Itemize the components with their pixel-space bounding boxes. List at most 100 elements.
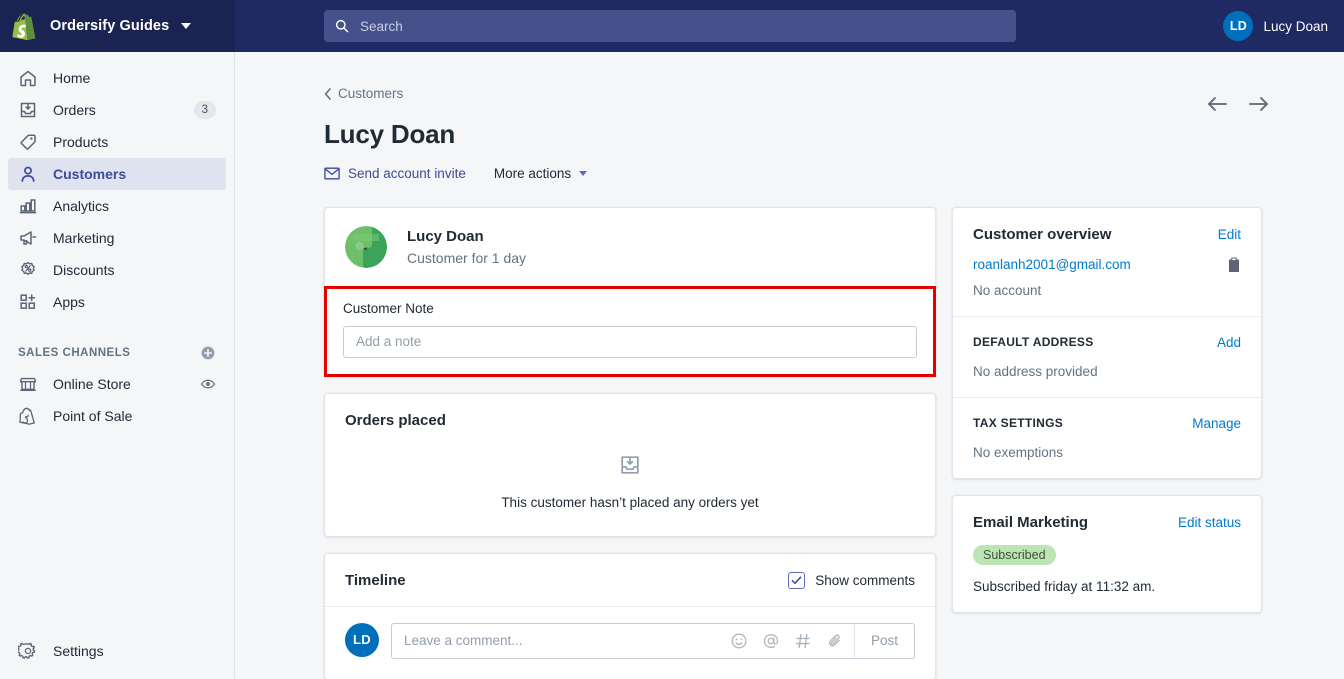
clipboard-copy-icon[interactable] <box>1227 257 1241 273</box>
sidebar-item-apps[interactable]: Apps <box>8 286 226 318</box>
chevron-down-icon <box>579 170 588 176</box>
paperclip-attachment-icon[interactable] <box>826 632 844 650</box>
user-menu[interactable]: LD Lucy Doan <box>1223 11 1328 41</box>
main-column: Lucy Doan Customer for 1 day Customer No… <box>324 206 936 679</box>
default-address-value: No address provided <box>973 363 1098 379</box>
edit-overview-link[interactable]: Edit <box>1218 227 1241 242</box>
shopify-bag-icon <box>12 13 36 41</box>
customer-note-label: Customer Note <box>343 300 434 316</box>
breadcrumb[interactable]: Customers <box>324 86 403 101</box>
arrow-left-icon[interactable] <box>1206 94 1230 114</box>
sidebar-item-label: Marketing <box>53 230 115 246</box>
chevron-left-icon <box>324 87 331 100</box>
post-comment-button[interactable]: Post <box>853 623 914 658</box>
search-input[interactable] <box>360 10 1006 42</box>
discount-percent-icon <box>21 261 35 275</box>
sidebar-item-orders[interactable]: Orders 3 <box>8 94 226 126</box>
sidebar-item-home[interactable]: Home <box>8 62 226 94</box>
tax-settings-title: TAX SETTINGS <box>973 416 1064 430</box>
main-content: Customers Lucy Doan Send account invite … <box>235 52 1344 679</box>
avatar: LD <box>345 622 379 657</box>
sidebar-item-label: Point of Sale <box>53 408 133 424</box>
customer-identity: Lucy Doan Customer for 1 day <box>325 208 935 286</box>
customer-note-input[interactable] <box>343 325 917 358</box>
sidebar-item-point-of-sale[interactable]: Point of Sale <box>8 400 226 432</box>
sidebar-item-label: Online Store <box>53 376 131 392</box>
tax-settings-header: TAX SETTINGS Manage <box>973 416 1241 431</box>
sidebar-item-settings[interactable]: Settings <box>8 635 227 667</box>
home-icon <box>20 70 36 87</box>
customer-email-link[interactable]: roanlanh2001@gmail.com <box>973 257 1131 272</box>
orders-count-badge: 3 <box>193 101 216 119</box>
emoji-smiley-icon[interactable] <box>730 632 748 650</box>
arrow-right-icon[interactable] <box>1246 94 1270 114</box>
add-address-link[interactable]: Add <box>1217 335 1241 350</box>
customer-name: Lucy Doan <box>407 227 484 245</box>
email-marketing-header: Email Marketing Edit status <box>973 514 1241 531</box>
send-account-invite-button[interactable]: Send account invite <box>324 166 466 181</box>
sidebar-item-products[interactable]: Products <box>8 126 226 158</box>
customer-tenure: Customer for 1 day <box>407 249 527 266</box>
online-store-icon <box>19 377 37 391</box>
sales-channels-header: SALES CHANNELS <box>18 338 216 368</box>
status-badge: Subscribed <box>973 544 1056 565</box>
sidebar-item-discounts[interactable]: Discounts <box>8 254 226 286</box>
orders-empty-text: This customer hasn’t placed any orders y… <box>501 494 759 510</box>
comment-composer: LD Leave a comment... Post <box>325 607 935 679</box>
mention-at-icon[interactable] <box>762 632 780 650</box>
default-address-section: DEFAULT ADDRESS Add No address provided <box>953 315 1261 397</box>
sidebar-item-analytics[interactable]: Analytics <box>8 190 226 222</box>
eye-icon[interactable] <box>200 376 216 392</box>
overview-header: Customer overview Edit <box>973 226 1241 243</box>
customer-person-icon <box>21 166 35 182</box>
show-comments-label: Show comments <box>815 572 915 588</box>
page-title: Lucy Doan <box>324 118 456 149</box>
tax-settings-section: TAX SETTINGS Manage No exemptions <box>953 396 1261 478</box>
timeline-header: Timeline Show comments <box>325 554 935 607</box>
orders-card-header: Orders placed <box>325 394 935 429</box>
customer-note-section: Customer Note <box>324 285 936 377</box>
page-actions: Send account invite More actions <box>324 166 1270 181</box>
sidebar-item-label: Customers <box>53 166 127 182</box>
hashtag-icon[interactable] <box>794 632 812 650</box>
sidebar-item-label: Products <box>53 134 109 150</box>
customer-avatar-green <box>345 225 387 268</box>
sidebar: Home Orders 3 Products Customers Analyti… <box>0 52 235 679</box>
comment-input[interactable] <box>392 623 730 658</box>
orders-card-title: Orders placed <box>345 411 446 429</box>
account-status: No account <box>973 282 1042 298</box>
point-of-sale-icon <box>19 407 35 425</box>
email-marketing-title: Email Marketing <box>973 513 1089 531</box>
page-header: Customers Lucy Doan Send account invite … <box>324 86 1270 181</box>
checkbox-checked-icon <box>788 571 806 589</box>
marketing-megaphone-icon <box>20 231 37 245</box>
user-name-label: Lucy Doan <box>1263 18 1328 34</box>
envelope-icon <box>324 167 340 179</box>
more-actions-button[interactable]: More actions <box>494 166 588 181</box>
overview-section: Customer overview Edit roanlanh2001@gmai… <box>953 208 1261 316</box>
edit-status-link[interactable]: Edit status <box>1178 515 1241 530</box>
global-search[interactable] <box>324 10 1016 42</box>
comment-toolbar <box>730 632 854 650</box>
product-tag-icon <box>20 134 36 150</box>
email-marketing-card: Email Marketing Edit status Subscribed S… <box>952 494 1262 613</box>
sidebar-item-label: Discounts <box>53 262 115 278</box>
sidebar-item-customers[interactable]: Customers <box>8 158 226 190</box>
brand-name-label: Ordersify Guides <box>50 18 170 34</box>
chevron-down-icon[interactable] <box>181 23 192 29</box>
comment-input-wrapper[interactable]: Post <box>391 622 915 659</box>
sidebar-item-marketing[interactable]: Marketing <box>8 222 226 254</box>
default-address-title: DEFAULT ADDRESS <box>973 335 1094 349</box>
gear-icon <box>18 642 36 659</box>
avatar: LD <box>1223 11 1254 41</box>
plus-circle-icon[interactable] <box>200 345 216 361</box>
sidebar-item-online-store[interactable]: Online Store <box>8 368 226 400</box>
orders-inbox-icon <box>621 455 639 474</box>
show-comments-toggle[interactable]: Show comments <box>788 571 915 589</box>
content-columns: Lucy Doan Customer for 1 day Customer No… <box>324 206 1270 679</box>
sidebar-item-label: Analytics <box>53 198 110 214</box>
top-bar: Ordersify Guides LD Lucy Doan <box>0 0 1344 52</box>
manage-tax-link[interactable]: Manage <box>1192 416 1241 431</box>
store-brand[interactable]: Ordersify Guides <box>0 0 235 52</box>
